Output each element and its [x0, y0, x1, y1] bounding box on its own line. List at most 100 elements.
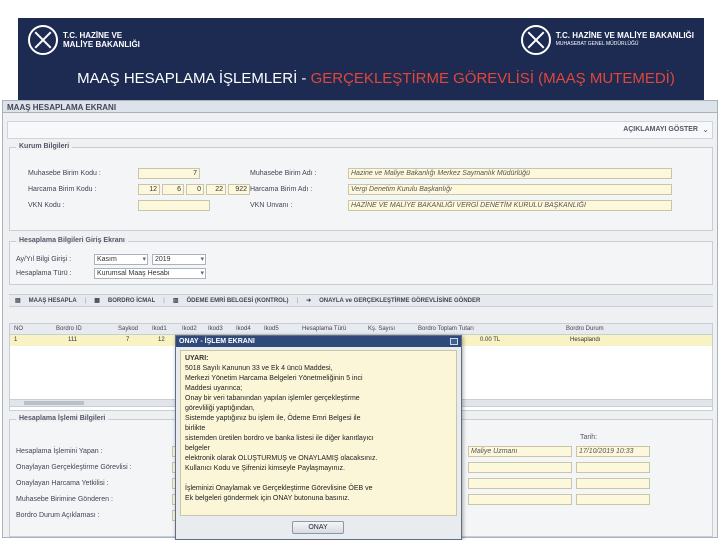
logo-left-line1: T.C. HAZİNE VE [63, 31, 123, 40]
spending-code-part-2[interactable]: 6 [162, 184, 184, 195]
accounting-unit-code-field[interactable]: 7 [138, 168, 200, 179]
approve-icon[interactable]: ➜ [306, 297, 311, 304]
spending-code-part-3[interactable]: 0 [186, 184, 204, 195]
vkn-code-label: VKN Kodu : [28, 202, 65, 209]
show-description-button[interactable]: AÇIKLAMAYI GÖSTER [623, 126, 698, 133]
warning-line: belgeler [185, 445, 210, 452]
grid-cell-status: Hesaplandı [570, 337, 601, 343]
approving-officer-title-field[interactable] [468, 462, 572, 473]
sent-to-accounting-label: Muhasebe Birimine Gönderen : [16, 496, 113, 503]
approving-authority-title-field[interactable] [468, 478, 572, 489]
approval-dialog-title: ONAY - İŞLEM EKRANI [176, 336, 461, 347]
approving-authority-date-field[interactable] [576, 478, 650, 489]
grid-header-ikod3[interactable]: Ikod3 [208, 326, 223, 332]
scrollbar-thumb[interactable] [24, 401, 84, 405]
spending-code-part-5[interactable]: 922 [228, 184, 250, 195]
accounting-unit-name-label: Muhasebe Birim Adı : [250, 170, 317, 177]
grid-cell-saykod: 7 [126, 337, 130, 343]
ministry-logo-right: T.C. HAZİNE VE MALİYE BAKANLIĞI MUHASEBA… [520, 22, 694, 58]
calculation-info-legend: Hesaplama Bilgileri Giriş Ekranı [16, 237, 128, 244]
grid-cell-no: 1 [14, 337, 18, 343]
year-select[interactable]: 2019 [152, 254, 206, 265]
grid-header-row: NO Bordro ID Saykod Ikod1 Ikod2 Ikod3 Ik… [10, 324, 712, 335]
accounting-unit-name-field[interactable]: Hazine ve Maliye Bakanlığı Merkez Sayman… [348, 168, 672, 179]
spending-code-part-4[interactable]: 22 [206, 184, 226, 195]
grid-header-ikod1[interactable]: Ikod1 [152, 326, 167, 332]
grid-header-person-count[interactable]: Kş. Sayısı [368, 326, 395, 332]
calculation-type-label: Hesaplama Türü : [16, 270, 72, 277]
screen-title: MAAŞ HESAPLAMA EKRANI [7, 103, 117, 112]
payment-order-icon[interactable]: ▥ [173, 297, 179, 304]
institution-info-legend: Kurum Bilgileri [16, 143, 73, 150]
warning-line: Merkezi Yönetim Harcama Belgeleri Yönetm… [185, 375, 363, 382]
warning-line: sistemden üretilen bordro ve banka liste… [185, 435, 374, 442]
warning-line: Ek belgeleri göndermek için ONAY butonun… [185, 495, 350, 502]
grid-header-total[interactable]: Bordro Toplam Tutarı [418, 326, 474, 332]
vkn-title-field[interactable]: HAZİNE VE MALİYE BAKANLIĞI VERGİ DENETİM… [348, 200, 672, 211]
slide: T.C. HAZİNE VE MALİYE BAKANLIĞI T.C. HAZ… [0, 0, 720, 540]
warning-line: 5018 Sayılı Kanunun 33 ve Ek 4 üncü Madd… [185, 365, 333, 372]
date-label: Tarih: [580, 434, 598, 441]
calculated-date-field[interactable]: 17/10/2019 10:33 [576, 446, 650, 457]
slide-title-highlight: GERÇEKLEŞTİRME GÖREVLİSİ (MAAŞ MUTEMEDİ) [310, 70, 675, 87]
sent-to-accounting-date-field[interactable] [576, 494, 650, 505]
warning-line: Sistemde yaptığınız bu işlem ile, Ödeme … [185, 415, 361, 422]
grid-header-no[interactable]: NO [14, 326, 23, 332]
slide-banner: T.C. HAZİNE VE MALİYE BAKANLIĞI T.C. HAZ… [18, 18, 704, 100]
calculate-icon[interactable]: ▤ [15, 297, 21, 304]
screen-title-bar: MAAŞ HESAPLAMA EKRANI [3, 101, 717, 113]
ministry-logo-left: T.C. HAZİNE VE MALİYE BAKANLIĞI [28, 22, 140, 58]
warning-line: birlikte [185, 425, 206, 432]
warning-line: görevliliği yaptığından, [185, 405, 255, 412]
logo-left-line2: MALİYE BAKANLIĞI [63, 40, 140, 49]
sent-to-accounting-title-field[interactable] [468, 494, 572, 505]
warning-line: Maddesi uyarınca; [185, 385, 243, 392]
payment-order-button[interactable]: ÖDEME EMRİ BELGESİ (KONTROL) [187, 298, 289, 304]
accounting-unit-code-label: Muhasebe Birim Kodu : [28, 170, 101, 177]
grid-header-ikod4[interactable]: Ikod4 [236, 326, 251, 332]
spending-unit-code-label: Harcama Birim Kodu : [28, 186, 97, 193]
calculated-by-title-field[interactable]: Maliye Uzmanı [468, 446, 572, 457]
month-year-label: Ay/Yıl Bilgi Girişi : [16, 256, 72, 263]
calculated-by-label: Hesaplama İşlemini Yapan : [16, 448, 103, 455]
warning-line: Kullanıcı Kodu ve Şifrenizi kimseyle Pay… [185, 465, 345, 472]
warning-heading: UYARI: [185, 355, 209, 362]
spending-unit-name-label: Harcama Birim Adı : [250, 186, 313, 193]
grid-cell-ikod1: 12 [158, 337, 165, 343]
chevron-down-icon[interactable]: ⌄ [702, 125, 709, 134]
approval-warning-text: UYARI: 5018 Sayılı Kanunun 33 ve Ek 4 ün… [180, 350, 457, 516]
calculate-salary-button[interactable]: MAAŞ HESAPLA [29, 298, 77, 304]
month-select[interactable]: Kasım [94, 254, 148, 265]
grid-header-saykod[interactable]: Saykod [118, 326, 138, 332]
approving-officer-date-field[interactable] [576, 462, 650, 473]
approve-button[interactable]: ONAY [292, 521, 344, 534]
grid-header-ikod5[interactable]: Ikod5 [264, 326, 279, 332]
ministry-emblem-icon [520, 25, 551, 55]
grid-header-status[interactable]: Bordro Durum [566, 326, 604, 332]
vkn-code-field[interactable] [138, 200, 210, 211]
description-toggle-bar[interactable]: AÇIKLAMAYI GÖSTER ⌄ [7, 121, 713, 139]
approval-dialog: ONAY - İŞLEM EKRANI UYARI: 5018 Sayılı K… [175, 335, 462, 540]
payroll-summary-button[interactable]: BORDRO İCMAL [108, 298, 155, 304]
approving-authority-label: Onaylayan Harcama Yetkilisi : [16, 480, 109, 487]
calculation-process-legend: Hesaplama İşlemi Bilgileri [16, 415, 109, 422]
calculation-type-select[interactable]: Kurumsal Maaş Hesabı [94, 268, 206, 279]
payroll-summary-icon[interactable]: ▦ [94, 297, 100, 304]
warning-line: elektronik olarak OLUŞTURMUŞ ve ONAYLAMI… [185, 455, 378, 462]
grid-cell-bordro-id: 111 [68, 337, 78, 343]
logo-right-line2: MUHASEBAT GENEL MÜDÜRLÜĞÜ [555, 41, 639, 47]
warning-line: İşleminizi Onaylamak ve Gerçekleştirme G… [185, 485, 373, 492]
grid-header-bordro-id[interactable]: Bordro ID [56, 326, 82, 332]
close-icon[interactable] [450, 338, 458, 345]
spending-unit-name-field[interactable]: Vergi Denetim Kurulu Başkanlığı [348, 184, 672, 195]
spending-code-part-1[interactable]: 12 [138, 184, 160, 195]
institution-info-panel: Kurum Bilgileri Muhasebe Birim Kodu : 7 … [9, 143, 713, 231]
approve-and-send-button[interactable]: ONAYLA ve GERÇEKLEŞTİRME GÖREVLİSİNE GÖN… [319, 298, 480, 304]
grid-cell-total: 0.00 TL [480, 337, 501, 343]
grid-header-ikod2[interactable]: Ikod2 [182, 326, 197, 332]
warning-line: Onay bir veri tabanından yapılan işlemle… [185, 395, 360, 402]
grid-header-calc-type[interactable]: Hesaplama Türü [302, 326, 346, 332]
action-toolbar: ▤ MAAŞ HESAPLA | ▦ BORDRO İCMAL | ▥ ÖDEM… [9, 294, 713, 307]
warning-line [185, 474, 452, 484]
slide-title: MAAŞ HESAPLAMA İŞLEMLERİ - GERÇEKLEŞTİRM… [58, 70, 694, 88]
